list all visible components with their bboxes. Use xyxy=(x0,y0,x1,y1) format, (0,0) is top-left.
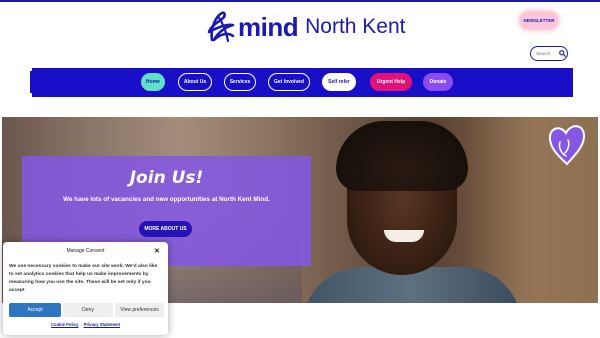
cookie-dialog-title: Manage Consent xyxy=(66,248,105,254)
deny-button[interactable]: Deny xyxy=(63,303,113,317)
main-navigation: Home About Us Services Get Involved Self… xyxy=(30,68,573,97)
nav-about-us[interactable]: About Us xyxy=(178,73,212,91)
privacy-statement-link[interactable]: Privacy Statement xyxy=(84,322,120,327)
hero-title: Join Us! xyxy=(129,168,204,188)
hero-photo-hair xyxy=(336,121,468,191)
heart-icon xyxy=(548,125,586,166)
nav-self-refer[interactable]: Self refer xyxy=(322,73,356,91)
cookie-policy-link[interactable]: Cookie Policy xyxy=(51,322,78,327)
search-icon[interactable] xyxy=(559,50,566,57)
nav-home[interactable]: Home xyxy=(141,73,165,91)
hero-text: We have lots of vacancies and new opport… xyxy=(63,196,270,203)
view-preferences-button[interactable]: View preferences xyxy=(115,303,164,317)
cookie-consent-dialog: Manage Consent ✕ We use necessary cookie… xyxy=(3,242,168,335)
nav-donate[interactable]: Donate xyxy=(423,73,453,91)
nav-urgent-help[interactable]: Urgent Help xyxy=(370,73,412,91)
mind-logo-icon xyxy=(207,11,235,43)
top-border xyxy=(0,0,600,2)
newsletter-button[interactable]: NEWSLETTER xyxy=(520,12,558,29)
nav-services[interactable]: Services xyxy=(224,73,256,91)
search-input[interactable] xyxy=(536,51,556,56)
nav-get-involved[interactable]: Get Involved xyxy=(268,73,310,91)
cookie-dialog-text: We use necessary cookies to make our sit… xyxy=(9,264,158,294)
site-logo[interactable]: mind North Kent xyxy=(206,9,406,45)
logo-mind-text: mind xyxy=(238,11,299,42)
hero-photo-smile xyxy=(384,230,424,242)
logo-location-text: North Kent xyxy=(305,15,406,38)
cookie-links: Cookie Policy Privacy Statement xyxy=(3,322,168,327)
close-icon[interactable]: ✕ xyxy=(154,247,160,255)
more-about-us-button[interactable]: MORE ABOUT US xyxy=(139,221,192,237)
search-box xyxy=(530,46,568,61)
accept-button[interactable]: Accept xyxy=(9,303,61,317)
